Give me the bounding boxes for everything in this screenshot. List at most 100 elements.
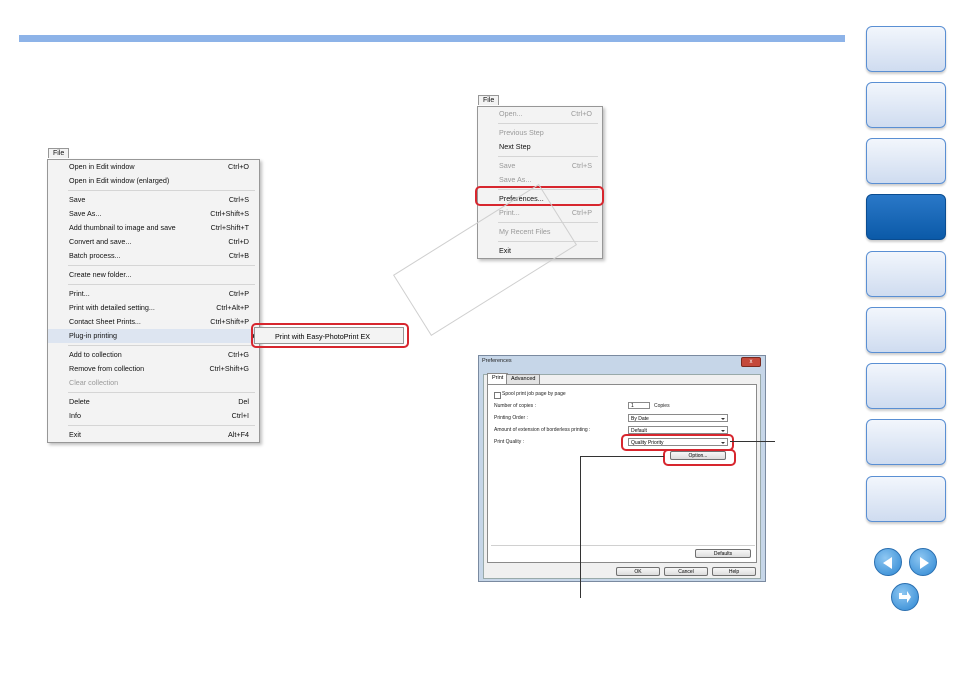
menu-item-clear-collection[interactable]: Clear collection bbox=[48, 376, 259, 390]
menu-item-shortcut: Ctrl+Shift+S bbox=[210, 209, 249, 218]
cancel-button[interactable]: Cancel bbox=[664, 567, 708, 576]
menu-item-shortcut: Ctrl+D bbox=[228, 237, 249, 246]
menu-item-label: Save bbox=[69, 195, 86, 204]
menu-item-label: Plug-in printing bbox=[69, 331, 117, 340]
spool-checkbox[interactable] bbox=[494, 392, 501, 399]
menu-item-print-with-detailed-setting[interactable]: Print with detailed setting... Ctrl+Alt+P bbox=[48, 301, 259, 315]
dialog-body: Print Advanced Spool print job page by p… bbox=[483, 373, 761, 579]
menu-item-shortcut: Ctrl+O bbox=[571, 109, 592, 118]
menu-item-label: Info bbox=[69, 411, 81, 420]
quality-label: Print Quality : bbox=[494, 439, 525, 445]
panel-divider bbox=[491, 545, 755, 546]
file-menu-tab[interactable]: File bbox=[48, 148, 70, 158]
nav-tab-4[interactable] bbox=[866, 194, 946, 240]
nav-tab-6[interactable] bbox=[866, 307, 946, 353]
menu-item-label: Add thumbnail to image and save bbox=[69, 223, 176, 232]
menu-separator bbox=[68, 190, 255, 191]
menu-item-print[interactable]: Print... Ctrl+P bbox=[48, 287, 259, 301]
menu-item-shortcut: Ctrl+P bbox=[228, 289, 249, 298]
menu-item-label: Open... bbox=[499, 109, 523, 118]
menu-item-previous-step[interactable]: Previous Step bbox=[478, 126, 602, 140]
menu-item-shortcut: Ctrl+O bbox=[228, 162, 249, 171]
extension-label: Amount of extension of borderless printi… bbox=[494, 427, 591, 433]
menu-item-label: Next Step bbox=[499, 142, 531, 151]
menu-separator bbox=[498, 123, 598, 124]
callout-line-quality bbox=[730, 441, 775, 442]
menu-item-add-to-collection[interactable]: Add to collection Ctrl+G bbox=[48, 348, 259, 362]
prev-page-button[interactable] bbox=[874, 548, 902, 576]
menu-item-save-as[interactable]: Save As... Ctrl+Shift+S bbox=[48, 207, 259, 221]
highlight-box-option bbox=[663, 449, 736, 466]
menu-item-label: Remove from collection bbox=[69, 364, 145, 373]
menu-item-open[interactable]: Open... Ctrl+O bbox=[478, 107, 602, 121]
close-icon[interactable]: x bbox=[741, 357, 761, 367]
menu-item-exit[interactable]: Exit Alt+F4 bbox=[48, 428, 259, 442]
ok-button[interactable]: OK bbox=[616, 567, 660, 576]
menu-item-convert-and-save[interactable]: Convert and save... Ctrl+D bbox=[48, 235, 259, 249]
menu-item-label: Clear collection bbox=[69, 378, 119, 387]
menu-item-next-step[interactable]: Next Step bbox=[478, 140, 602, 154]
order-select[interactable]: By Date bbox=[628, 414, 728, 422]
menu-item-add-thumbnail-to-image-and-save[interactable]: Add thumbnail to image and save Ctrl+Shif… bbox=[48, 221, 259, 235]
menu-item-info[interactable]: Info Ctrl+I bbox=[48, 409, 259, 423]
copies-label: Number of copies : bbox=[494, 403, 536, 409]
callout-line-option-h bbox=[580, 456, 664, 457]
menu-item-label: Convert and save... bbox=[69, 237, 132, 246]
menu-item-delete[interactable]: Delete Del bbox=[48, 395, 259, 409]
menu-item-shortcut: Ctrl+S bbox=[571, 161, 592, 170]
menu-item-label: Create new folder... bbox=[69, 270, 132, 279]
menu-item-shortcut: Ctrl+G bbox=[228, 350, 249, 359]
help-button[interactable]: Help bbox=[712, 567, 756, 576]
menu-item-plug-in-printing[interactable]: Plug-in printing bbox=[48, 329, 259, 343]
file-menu-tab-right[interactable]: File bbox=[478, 95, 500, 105]
menu-item-save[interactable]: Save Ctrl+S bbox=[48, 193, 259, 207]
return-button[interactable] bbox=[891, 583, 919, 611]
defaults-button[interactable]: Defaults bbox=[695, 549, 751, 558]
nav-tab-1[interactable] bbox=[866, 26, 946, 72]
callout-line-option-v bbox=[580, 456, 581, 598]
extension-select[interactable]: Default bbox=[628, 426, 728, 434]
menu-item-label: Contact Sheet Prints... bbox=[69, 317, 141, 326]
menu-item-label: Print... bbox=[69, 289, 90, 298]
next-page-button[interactable] bbox=[909, 548, 937, 576]
menu-item-label: Add to collection bbox=[69, 350, 122, 359]
nav-tab-8[interactable] bbox=[866, 419, 946, 465]
print-panel: Spool print job page by page Number of c… bbox=[487, 384, 757, 563]
menu-item-label: Save bbox=[499, 161, 516, 170]
menu-item-shortcut: Del bbox=[238, 397, 249, 406]
dialog-title: Preferences bbox=[482, 358, 512, 364]
copies-input[interactable]: 1 bbox=[628, 402, 650, 409]
menu-item-label: Open in Edit window bbox=[69, 162, 135, 171]
menu-item-shortcut: Ctrl+P bbox=[571, 208, 592, 217]
menu-item-open-in-edit-window[interactable]: Open in Edit window Ctrl+O bbox=[48, 160, 259, 174]
menu-item-create-new-folder[interactable]: Create new folder... bbox=[48, 268, 259, 282]
menu-item-label: Previous Step bbox=[499, 128, 544, 137]
menu-separator bbox=[498, 156, 598, 157]
menu-item-contact-sheet-prints[interactable]: Contact Sheet Prints... Ctrl+Shift+P bbox=[48, 315, 259, 329]
nav-tab-9[interactable] bbox=[866, 476, 946, 522]
tab-advanced[interactable]: Advanced bbox=[506, 374, 541, 384]
menu-item-label: Open in Edit window (enlarged) bbox=[69, 176, 170, 185]
file-menu-left: Open in Edit window Ctrl+O Open in Edit wi… bbox=[47, 159, 260, 443]
preferences-dialog: Preferences x Print Advanced Spool print… bbox=[478, 355, 766, 582]
menu-separator bbox=[68, 425, 255, 426]
menu-item-batch-process[interactable]: Batch process... Ctrl+B bbox=[48, 249, 259, 263]
nav-tab-2[interactable] bbox=[866, 82, 946, 128]
header-bar bbox=[19, 35, 845, 42]
spool-label: Spool print job page by page bbox=[502, 391, 566, 397]
nav-tab-7[interactable] bbox=[866, 363, 946, 409]
nav-tab-3[interactable] bbox=[866, 138, 946, 184]
menu-separator bbox=[68, 345, 255, 346]
menu-item-shortcut: Ctrl+S bbox=[228, 195, 249, 204]
menu-separator bbox=[68, 392, 255, 393]
nav-tab-5[interactable] bbox=[866, 251, 946, 297]
menu-item-shortcut: Ctrl+Shift+P bbox=[210, 317, 249, 326]
arrow-right-icon bbox=[920, 557, 929, 569]
copies-unit: Copies bbox=[654, 403, 670, 409]
menu-item-label: Print with detailed setting... bbox=[69, 303, 155, 312]
menu-item-shortcut: Ctrl+Alt+P bbox=[216, 303, 249, 312]
menu-item-remove-from-collection[interactable]: Remove from collection Ctrl+Shift+G bbox=[48, 362, 259, 376]
menu-item-save[interactable]: Save Ctrl+S bbox=[478, 159, 602, 173]
menu-item-open-in-edit-window-enlarged[interactable]: Open in Edit window (enlarged) bbox=[48, 174, 259, 188]
menu-separator bbox=[68, 265, 255, 266]
